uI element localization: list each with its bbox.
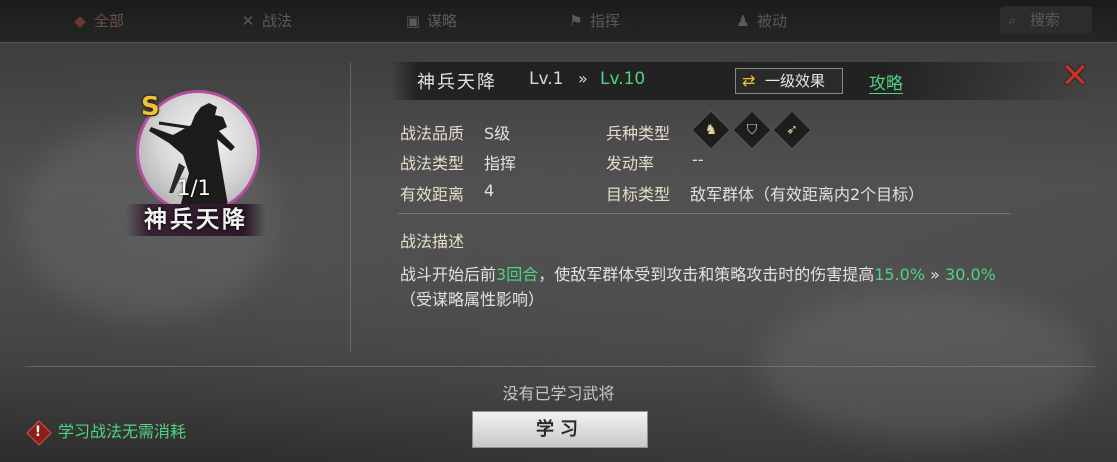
- grade-badge: S: [141, 92, 160, 122]
- cavalry-icon: ♞: [691, 110, 731, 150]
- skill-name-plate: 神兵天降: [126, 204, 266, 236]
- warning-icon: !: [26, 420, 52, 446]
- type-label: 战法类型: [400, 154, 465, 173]
- level-arrow-icon: »: [578, 69, 588, 88]
- guide-link[interactable]: 攻略: [869, 69, 903, 94]
- search-icon: ⌕: [1008, 11, 1017, 29]
- background-smoke: [760, 290, 1090, 440]
- cost-tip-text: 学习战法无需消耗: [58, 422, 187, 441]
- flag-icon: ⚑: [569, 12, 583, 30]
- tab-all[interactable]: ◆ 全部: [72, 8, 124, 34]
- quality-label: 战法品质: [400, 124, 465, 143]
- trigger-rate-value: --: [692, 150, 704, 169]
- effect-toggle-label: 一级效果: [765, 72, 826, 90]
- bow-icon: ➶: [772, 110, 812, 150]
- search-button[interactable]: ⌕ 搜索: [1000, 6, 1092, 34]
- effect-toggle-button[interactable]: ⇄ 一级效果: [735, 68, 843, 94]
- range-label: 有效距离: [400, 185, 465, 204]
- tab-strategy[interactable]: ▣ 谋略: [405, 8, 457, 34]
- level-current: Lv.1: [529, 69, 564, 89]
- no-general-status: 没有已学习武将: [502, 384, 615, 403]
- tab-tactic[interactable]: ✕ 战法: [240, 8, 292, 34]
- close-button[interactable]: ✕: [1059, 59, 1091, 93]
- skill-count: 1/1: [177, 176, 211, 200]
- category-icon: ◆: [74, 12, 86, 30]
- quality-value: S级: [484, 124, 511, 143]
- level-max: Lv.10: [600, 69, 646, 89]
- trigger-rate-label: 发动率: [606, 154, 655, 173]
- troop-type-label: 兵种类型: [606, 124, 671, 143]
- tab-passive[interactable]: ♟ 被动: [735, 8, 787, 34]
- swap-icon: ⇄: [742, 71, 756, 90]
- description-text: 战斗开始后前3回合，使敌军群体受到攻击和策略攻击时的伤害提高15.0% » 30…: [400, 265, 996, 309]
- shield-icon: ⛉: [732, 110, 772, 150]
- close-icon: ✕: [241, 12, 255, 30]
- scroll-icon: ▣: [405, 12, 421, 30]
- damage-base-highlight: 15.0%: [874, 265, 926, 284]
- tab-command[interactable]: ⚑ 指挥: [568, 8, 620, 34]
- top-tab-bar: ◆ 全部 ✕ 战法 ▣ 谋略 ⚑ 指挥 ♟ 被动 ⌕ 搜索: [0, 0, 1117, 43]
- target-type-label: 目标类型: [606, 185, 671, 204]
- panel-divider: [350, 62, 351, 352]
- description-divider: [398, 213, 1010, 214]
- person-icon: ♟: [736, 12, 750, 30]
- damage-max-highlight: 30.0%: [945, 265, 996, 284]
- skill-title: 神兵天降: [417, 72, 497, 93]
- target-type-value: 敌军群体（有效距离内2个目标）: [690, 185, 925, 204]
- range-value: 4: [484, 181, 495, 200]
- description-title: 战法描述: [400, 232, 465, 251]
- rounds-highlight: 3回合: [496, 265, 539, 284]
- learn-button[interactable]: 学习: [472, 411, 648, 448]
- footer-divider: [25, 366, 1095, 367]
- upgrade-arrow-icon: »: [925, 265, 946, 284]
- type-value: 指挥: [484, 154, 517, 173]
